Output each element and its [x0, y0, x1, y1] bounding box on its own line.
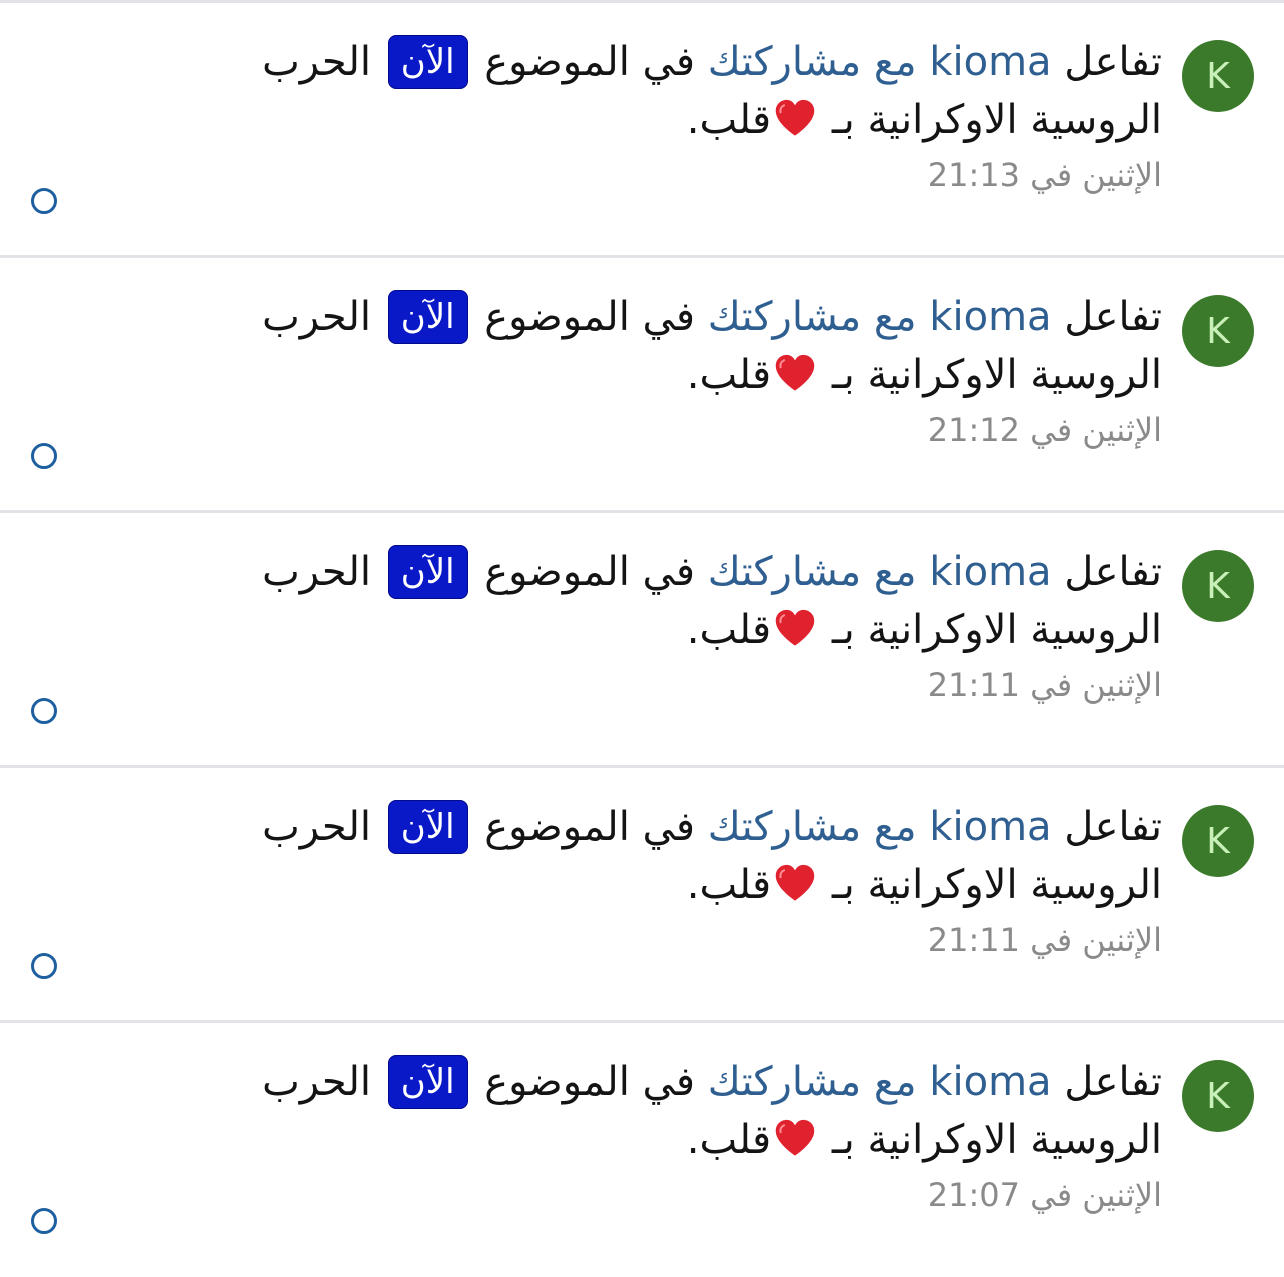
notification-content: تفاعل kioma مع مشاركتك في الموضوع الآن ا…: [160, 798, 1162, 960]
new-badge: الآن: [387, 35, 468, 89]
avatar[interactable]: K: [1182, 550, 1254, 622]
period: .: [686, 97, 700, 143]
avatar[interactable]: K: [1182, 40, 1254, 112]
post-link[interactable]: مشاركتك: [708, 294, 861, 340]
timestamp-text: الإثنين في 21:12: [927, 411, 1162, 449]
post-link[interactable]: مشاركتك: [708, 39, 861, 85]
timestamp: الإثنين في 21:12: [160, 410, 1162, 450]
timestamp: الإثنين في 21:11: [160, 920, 1162, 960]
notification-item[interactable]: K تفاعل kioma مع مشاركتك في الموضوع الآن…: [0, 768, 1284, 1020]
avatar[interactable]: K: [1182, 295, 1254, 367]
reaction-name: قلب: [699, 862, 772, 908]
in-topic-text: في الموضوع: [484, 294, 696, 340]
by-text: بـ: [831, 1117, 855, 1163]
mark-read-toggle[interactable]: [31, 953, 57, 979]
mark-read-toggle[interactable]: [31, 443, 57, 469]
heart-icon: [775, 99, 815, 136]
notification-content: تفاعل kioma مع مشاركتك في الموضوع الآن ا…: [160, 1053, 1162, 1215]
period: .: [686, 862, 700, 908]
action-text: تفاعل: [1064, 1059, 1162, 1105]
notification-content: تفاعل kioma مع مشاركتك في الموضوع الآن ا…: [160, 288, 1162, 450]
mark-read-toggle[interactable]: [31, 698, 57, 724]
in-topic-text: في الموضوع: [484, 804, 696, 850]
heart-icon: [775, 354, 815, 391]
post-link[interactable]: مشاركتك: [708, 1059, 861, 1105]
new-badge: الآن: [387, 545, 468, 599]
notification-item[interactable]: K تفاعل kioma مع مشاركتك في الموضوع الآن…: [0, 258, 1284, 510]
notification-message[interactable]: تفاعل kioma مع مشاركتك في الموضوع الآن ا…: [160, 1053, 1162, 1169]
post-link[interactable]: مشاركتك: [708, 804, 861, 850]
new-badge: الآن: [387, 290, 468, 344]
by-text: بـ: [831, 352, 855, 398]
notification-list: K تفاعل kioma مع مشاركتك في الموضوع الآن…: [0, 0, 1284, 1277]
notification-content: تفاعل kioma مع مشاركتك في الموضوع الآن ا…: [160, 543, 1162, 705]
mark-read-toggle[interactable]: [31, 1208, 57, 1234]
with-text[interactable]: مع: [874, 804, 917, 850]
timestamp: الإثنين في 21:13: [160, 155, 1162, 195]
notification-item[interactable]: K تفاعل kioma مع مشاركتك في الموضوع الآن…: [0, 1023, 1284, 1275]
timestamp-text: الإثنين في 21:07: [927, 1176, 1162, 1214]
new-badge: الآن: [387, 800, 468, 854]
action-text: تفاعل: [1064, 549, 1162, 595]
in-topic-text: في الموضوع: [484, 1059, 696, 1105]
mark-read-toggle[interactable]: [31, 188, 57, 214]
reaction-name: قلب: [699, 1117, 772, 1163]
timestamp-text: الإثنين في 21:11: [927, 921, 1162, 959]
timestamp-text: الإثنين في 21:13: [927, 156, 1162, 194]
notification-message[interactable]: تفاعل kioma مع مشاركتك في الموضوع الآن ا…: [160, 798, 1162, 914]
by-text: بـ: [831, 97, 855, 143]
notification-message[interactable]: تفاعل kioma مع مشاركتك في الموضوع الآن ا…: [160, 33, 1162, 149]
by-text: بـ: [831, 862, 855, 908]
period: .: [686, 1117, 700, 1163]
heart-icon: [775, 609, 815, 646]
action-text: تفاعل: [1064, 39, 1162, 85]
timestamp: الإثنين في 21:07: [160, 1175, 1162, 1215]
period: .: [686, 352, 700, 398]
period: .: [686, 607, 700, 653]
post-link[interactable]: مشاركتك: [708, 549, 861, 595]
username-link[interactable]: kioma: [929, 804, 1051, 850]
with-text[interactable]: مع: [874, 549, 917, 595]
heart-icon: [775, 1119, 815, 1156]
action-text: تفاعل: [1064, 804, 1162, 850]
reaction-name: قلب: [699, 352, 772, 398]
avatar[interactable]: K: [1182, 805, 1254, 877]
notification-content: تفاعل kioma مع مشاركتك في الموضوع الآن ا…: [160, 33, 1162, 195]
reaction-name: قلب: [699, 97, 772, 143]
with-text[interactable]: مع: [874, 1059, 917, 1105]
by-text: بـ: [831, 607, 855, 653]
with-text[interactable]: مع: [874, 294, 917, 340]
username-link[interactable]: kioma: [929, 549, 1051, 595]
notification-message[interactable]: تفاعل kioma مع مشاركتك في الموضوع الآن ا…: [160, 543, 1162, 659]
notification-message[interactable]: تفاعل kioma مع مشاركتك في الموضوع الآن ا…: [160, 288, 1162, 404]
username-link[interactable]: kioma: [929, 39, 1051, 85]
notification-item[interactable]: K تفاعل kioma مع مشاركتك في الموضوع الآن…: [0, 3, 1284, 255]
in-topic-text: في الموضوع: [484, 39, 696, 85]
username-link[interactable]: kioma: [929, 1059, 1051, 1105]
username-link[interactable]: kioma: [929, 294, 1051, 340]
timestamp-text: الإثنين في 21:11: [927, 666, 1162, 704]
notification-item[interactable]: K تفاعل kioma مع مشاركتك في الموضوع الآن…: [0, 513, 1284, 765]
timestamp: الإثنين في 21:11: [160, 665, 1162, 705]
action-text: تفاعل: [1064, 294, 1162, 340]
new-badge: الآن: [387, 1055, 468, 1109]
in-topic-text: في الموضوع: [484, 549, 696, 595]
reaction-name: قلب: [699, 607, 772, 653]
with-text[interactable]: مع: [874, 39, 917, 85]
avatar[interactable]: K: [1182, 1060, 1254, 1132]
heart-icon: [775, 864, 815, 901]
